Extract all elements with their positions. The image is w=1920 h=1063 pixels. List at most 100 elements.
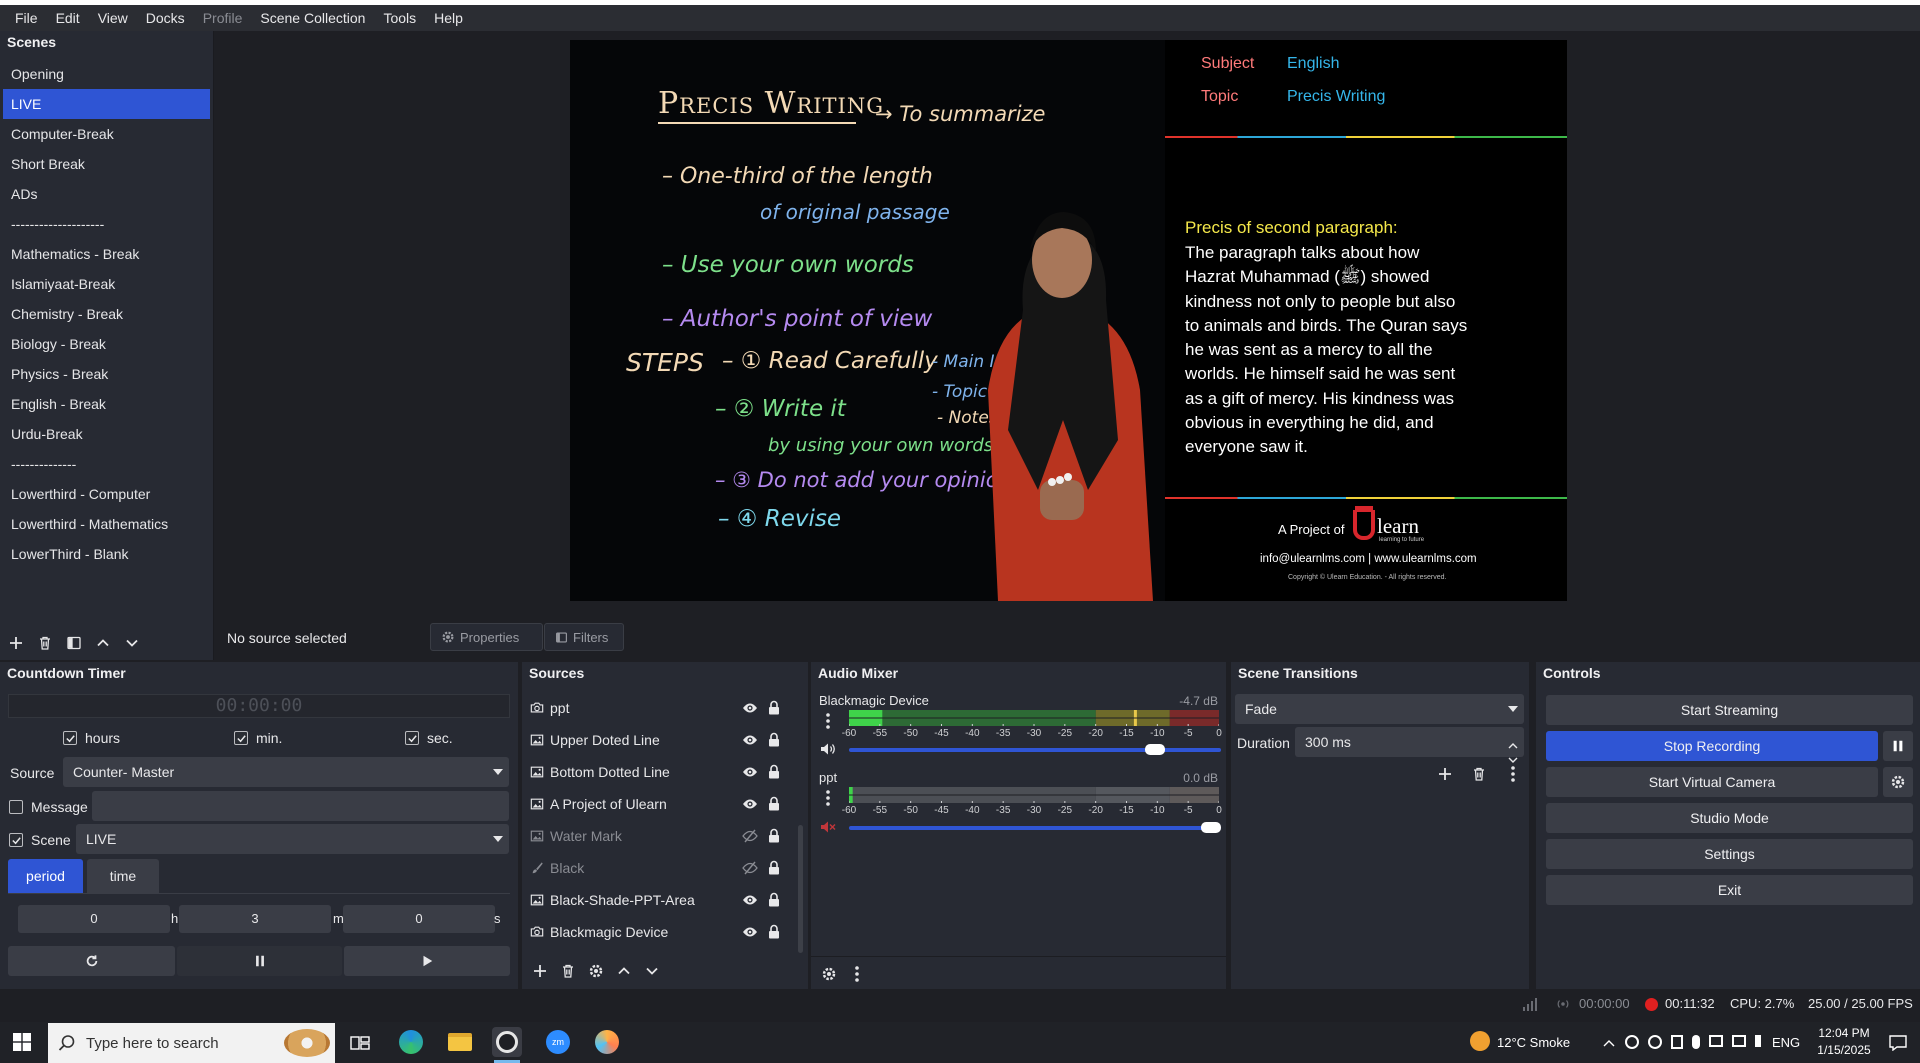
- volume-slider[interactable]: [849, 748, 1221, 752]
- speaker-icon[interactable]: [819, 740, 837, 758]
- stop-recording-button[interactable]: Stop Recording: [1546, 731, 1878, 761]
- source-item[interactable]: Blackmagic Device: [530, 916, 792, 948]
- play-button[interactable]: [344, 946, 510, 976]
- eye-icon[interactable]: [742, 765, 758, 779]
- advanced-audio-button[interactable]: [817, 962, 841, 986]
- transition-menu-button[interactable]: [1501, 762, 1525, 786]
- menu-docks[interactable]: Docks: [137, 5, 194, 31]
- record-tray-icon[interactable]: [1648, 1035, 1662, 1049]
- scene-item[interactable]: Physics - Break: [3, 359, 210, 389]
- menu-file[interactable]: File: [6, 5, 47, 31]
- scene-checkbox[interactable]: [9, 833, 23, 847]
- scene-item[interactable]: Lowerthird - Computer: [3, 479, 210, 509]
- lock-icon[interactable]: [768, 732, 780, 747]
- scene-item[interactable]: Lowerthird - Mathematics: [3, 509, 210, 539]
- scene-item[interactable]: LowerThird - Blank: [3, 539, 210, 569]
- min-checkbox-row[interactable]: min.: [234, 730, 282, 746]
- lock-icon[interactable]: [768, 924, 780, 939]
- eye-icon[interactable]: [742, 733, 758, 747]
- source-item[interactable]: Upper Doted Line: [530, 724, 792, 756]
- add-transition-button[interactable]: [1433, 762, 1457, 786]
- transition-select[interactable]: Fade: [1235, 694, 1524, 724]
- source-item[interactable]: ppt: [530, 692, 792, 724]
- duration-input[interactable]: 300 ms: [1295, 727, 1524, 763]
- menu-edit[interactable]: Edit: [47, 5, 89, 31]
- network-tray-icon[interactable]: [1709, 1035, 1723, 1047]
- tray-overflow-icon[interactable]: [1603, 1022, 1615, 1063]
- camera-tray-icon[interactable]: [1671, 1035, 1683, 1049]
- scene-item[interactable]: Computer-Break: [3, 119, 210, 149]
- eye-icon[interactable]: [742, 701, 758, 715]
- channel-menu-button[interactable]: [819, 711, 837, 731]
- scene-item[interactable]: Chemistry - Break: [3, 299, 210, 329]
- virtual-camera-settings-button[interactable]: [1883, 767, 1913, 797]
- volume-tray-icon[interactable]: [1755, 1035, 1767, 1047]
- add-source-button[interactable]: [528, 959, 552, 983]
- pause-recording-button[interactable]: [1883, 731, 1913, 761]
- eye-hidden-icon[interactable]: [742, 861, 758, 875]
- scene-item[interactable]: Islamiyaat-Break: [3, 269, 210, 299]
- source-item[interactable]: Black-Shade-PPT-Area: [530, 884, 792, 916]
- taskbar-search-box[interactable]: Type here to search: [48, 1023, 335, 1063]
- tab-period[interactable]: period: [8, 859, 83, 893]
- zoom-app-icon[interactable]: zm: [543, 1027, 573, 1057]
- scene-item[interactable]: Opening: [3, 59, 210, 89]
- volume-slider-handle[interactable]: [1145, 744, 1166, 755]
- muted-speaker-icon[interactable]: [819, 818, 837, 836]
- menu-tools[interactable]: Tools: [374, 5, 425, 31]
- min-checkbox[interactable]: [234, 731, 248, 745]
- remove-scene-button[interactable]: [33, 631, 57, 655]
- start-virtual-camera-button[interactable]: Start Virtual Camera: [1546, 767, 1878, 797]
- scene-item[interactable]: Mathematics - Break: [3, 239, 210, 269]
- preview-canvas[interactable]: Precis Writing → To summarize – One-thir…: [570, 40, 1567, 601]
- move-source-up-button[interactable]: [612, 959, 636, 983]
- scene-checkbox-row[interactable]: Scene: [9, 832, 71, 848]
- hours-checkbox-row[interactable]: hours: [63, 730, 120, 746]
- volume-slider-handle[interactable]: [1201, 822, 1221, 833]
- lock-icon[interactable]: [768, 700, 780, 715]
- add-scene-button[interactable]: [4, 631, 28, 655]
- scene-item[interactable]: Short Break: [3, 149, 210, 179]
- filters-button[interactable]: Filters: [544, 623, 624, 651]
- lock-icon[interactable]: [768, 860, 780, 875]
- studio-mode-button[interactable]: Studio Mode: [1546, 803, 1913, 833]
- menu-scene-collection[interactable]: Scene Collection: [251, 5, 374, 31]
- source-properties-button[interactable]: [584, 959, 608, 983]
- clock[interactable]: 12:04 PM 1/15/2025: [1814, 1025, 1874, 1059]
- lock-icon[interactable]: [768, 828, 780, 843]
- pause-button[interactable]: [177, 946, 342, 976]
- hours-checkbox[interactable]: [63, 731, 77, 745]
- lock-icon[interactable]: [768, 796, 780, 811]
- obs-app-icon[interactable]: [492, 1027, 522, 1057]
- task-view-icon[interactable]: [350, 1034, 370, 1052]
- menu-profile[interactable]: Profile: [194, 5, 252, 31]
- message-checkbox[interactable]: [9, 800, 23, 814]
- remove-transition-button[interactable]: [1467, 762, 1491, 786]
- scene-item[interactable]: --------------: [3, 449, 210, 479]
- scene-item[interactable]: Biology - Break: [3, 329, 210, 359]
- minutes-input[interactable]: 3: [179, 905, 331, 933]
- source-item[interactable]: Black: [530, 852, 792, 884]
- move-scene-up-button[interactable]: [91, 631, 115, 655]
- sec-checkbox-row[interactable]: sec.: [405, 730, 453, 746]
- mixer-menu-button[interactable]: [845, 962, 869, 986]
- source-item[interactable]: Water Mark: [530, 820, 792, 852]
- weather-text[interactable]: 12°C Smoke: [1497, 1022, 1570, 1063]
- channel-menu-button[interactable]: [819, 788, 837, 808]
- move-source-down-button[interactable]: [640, 959, 664, 983]
- properties-button[interactable]: Properties: [430, 623, 543, 651]
- start-streaming-button[interactable]: Start Streaming: [1546, 695, 1913, 725]
- obs-tray-icon[interactable]: [1625, 1035, 1639, 1049]
- eye-hidden-icon[interactable]: [742, 829, 758, 843]
- sec-checkbox[interactable]: [405, 731, 419, 745]
- eye-icon[interactable]: [742, 893, 758, 907]
- scene-item[interactable]: --------------------: [3, 209, 210, 239]
- microphone-tray-icon[interactable]: [1692, 1035, 1700, 1049]
- scene-item[interactable]: LIVE: [3, 89, 210, 119]
- windows-start-icon[interactable]: [13, 1033, 31, 1051]
- menu-help[interactable]: Help: [425, 5, 472, 31]
- remove-source-button[interactable]: [556, 959, 580, 983]
- sources-scrollbar[interactable]: [798, 825, 803, 953]
- scene-filters-button[interactable]: [62, 631, 86, 655]
- lock-icon[interactable]: [768, 892, 780, 907]
